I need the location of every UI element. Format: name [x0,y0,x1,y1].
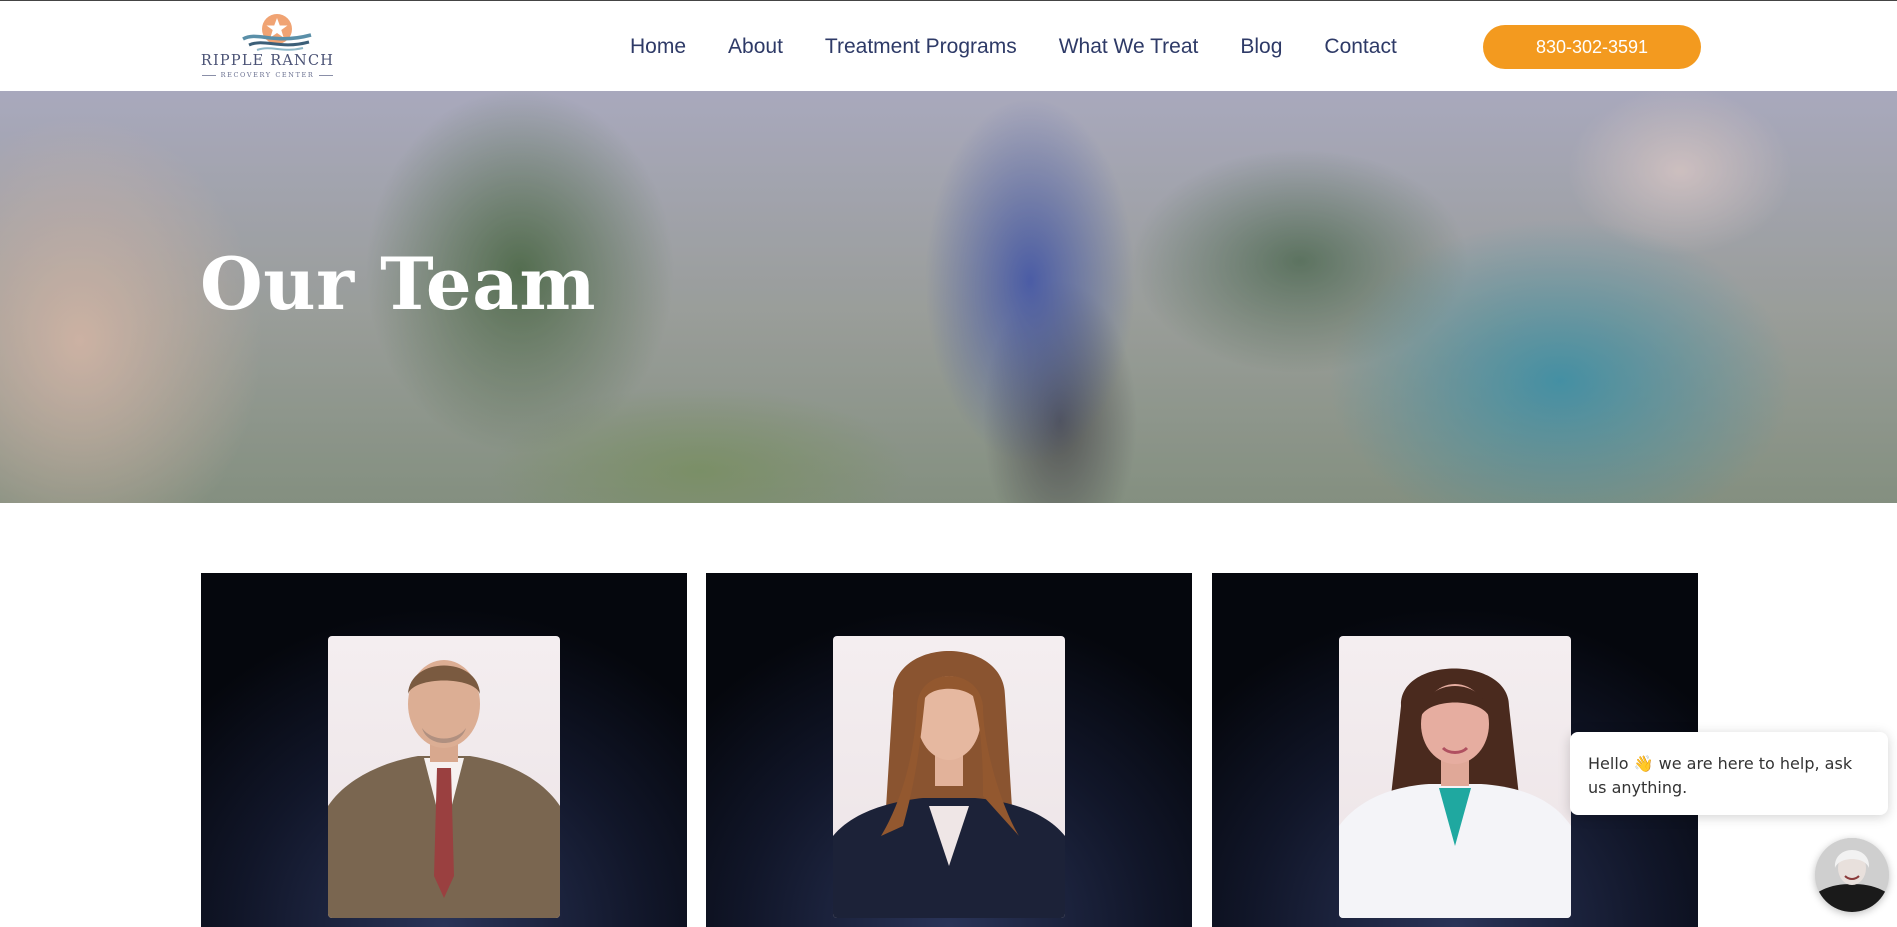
nav-item-about[interactable]: About [728,35,783,59]
main-nav: Home About Treatment Programs What We Tr… [630,29,1439,65]
nav-item-home[interactable]: Home [630,35,686,59]
logo-tagline: RECOVERY CENTER [220,71,315,79]
logo-brand-name: RIPPLE RANCH [200,53,335,69]
site-header: RIPPLE RANCH RECOVERY CENTER Home About … [0,0,1897,91]
page-title: Our Team [200,241,597,326]
hero-banner: Our Team [0,91,1897,503]
team-member-photo [833,636,1065,918]
team-member-card[interactable] [201,573,687,927]
team-member-photo [1339,636,1571,918]
site-logo[interactable]: RIPPLE RANCH RECOVERY CENTER [200,11,335,83]
nav-item-treatment-programs[interactable]: Treatment Programs [825,35,1017,59]
nav-item-what-we-treat[interactable]: What We Treat [1059,35,1199,59]
nav-item-blog[interactable]: Blog [1240,35,1282,59]
woman-portrait-image [833,651,1065,918]
logo-divider [201,74,216,76]
nav-item-contact[interactable]: Contact [1324,35,1396,59]
logo-tagline-row: RECOVERY CENTER [201,71,334,79]
team-member-photo [328,636,560,918]
team-member-card[interactable] [706,573,1192,927]
man-portrait-image [328,660,560,918]
chat-agent-avatar[interactable] [1815,838,1889,912]
woman-portrait-image [1339,668,1571,918]
agent-avatar-icon [1815,838,1889,912]
logo-sun-wave-icon [241,14,311,51]
phone-call-button[interactable]: 830-302-3591 [1483,25,1701,69]
chat-greeting-bubble[interactable]: Hello 👋 we are here to help, ask us anyt… [1570,732,1888,815]
logo-divider [319,74,334,76]
